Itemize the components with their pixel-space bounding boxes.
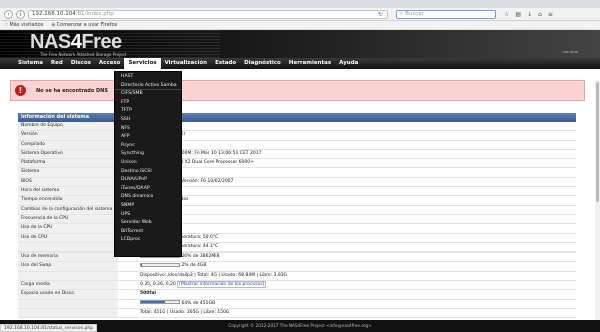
dropdown-item-tftp[interactable]: TFTP (115, 107, 181, 116)
scrollbar-thumb[interactable] (596, 82, 599, 202)
error-icon: ! (15, 85, 26, 96)
table-row: Total: 451G | Usado: 265G | Libre: 150G (18, 308, 576, 319)
table-row: BIOS International, Inc. Versión: F6 10/0… (18, 177, 576, 188)
menu-sistema[interactable]: Sistema (14, 58, 47, 69)
bookmarks-bar: ☆Más visitados ◉Comenzar a usar Firefox (0, 21, 600, 30)
menu-herramientas[interactable]: Herramientas (285, 58, 335, 69)
dropdown-item-unison[interactable]: Unison (115, 159, 181, 168)
bookmark-firefox-start[interactable]: ◉Comenzar a usar Firefox (51, 22, 117, 28)
table-row: Núcleo 1: 0% Temperatura: 44.1°C (18, 242, 576, 253)
dropdown-item-dlna[interactable]: DLNA/UPnP (115, 176, 181, 185)
dropdown-item-hast[interactable]: HAST (115, 73, 181, 82)
star-icon[interactable]: ☆ (504, 11, 509, 18)
search-placeholder: Buscar (405, 11, 424, 17)
dropdown-item-ssh[interactable]: SSH (115, 116, 181, 125)
disk-bar-fill (141, 301, 166, 304)
error-message: No se ha encontrado DNS (36, 87, 108, 94)
swap-bar-fill (141, 263, 142, 266)
header-tagline: The Free Network Attached Storage Projec… (40, 52, 127, 57)
menu-diagnostico[interactable]: Diagnóstico (240, 58, 285, 69)
table-row: Compilado1:29:21 UTC 2017 (18, 140, 576, 150)
dropdown-item-dyndns[interactable]: DNS dinamico (115, 193, 181, 202)
download-icon[interactable]: ↓ (527, 11, 532, 18)
library-icon[interactable]: ▤ (515, 11, 521, 18)
menu-red[interactable]: Red (47, 58, 67, 69)
dropdown-item-itunes[interactable]: iTunes/DAAP (115, 185, 181, 194)
bookmark-icon: ☆ (4, 22, 9, 28)
error-box: ! No se ha encontrado DNS (10, 80, 585, 101)
search-icon: ⌕ (400, 10, 404, 17)
host-label: nas.local (562, 50, 578, 54)
table-row: Uso de CPUNúcleo 0: 0% Temperatura: 50.0… (18, 233, 576, 243)
table-row: Plataforma AMD Athlon(tm) 64 X2 Dual Core… (18, 159, 576, 169)
table-row: Sistema Operativo EASE-p8 #0 r315000M: Fr… (18, 149, 576, 160)
table-row: Nombre de Equipo (18, 122, 576, 132)
page-content: ! No se ha encontrado DNS Información de… (0, 80, 600, 320)
tab-strip (0, 0, 600, 8)
search-input[interactable]: ⌕ Buscar (396, 9, 496, 19)
table-row: Hora del sistema03:17 UTC 2017 (18, 187, 576, 197)
swap-bar (140, 262, 180, 267)
dropdown-item-lcdproc[interactable]: LCDproc (115, 236, 181, 245)
url-bar: ‹ i 192.168.10.104:81/index.php ↻ ⌕ Busc… (0, 8, 600, 21)
menu-acceso[interactable]: Acceso (95, 58, 125, 69)
table-row: Uso del Swap 2% de 4GB (18, 262, 576, 272)
table-row: Tiempo encendidoMinutos 10 Segundos (18, 196, 576, 206)
reload-icon[interactable]: ↻ (378, 11, 383, 18)
info-icon[interactable]: i (16, 9, 25, 19)
menu-estado[interactable]: Estado (211, 58, 240, 69)
table-row: Espacio usado en Disco 500fal (18, 290, 576, 300)
main-menu: Sistema Red Discos Acceso Servicios Virt… (0, 58, 600, 69)
table-row: Carga media 0.35, 0.26, 0.20 [Mostrar inf… (18, 281, 576, 291)
dropdown-item-nfs[interactable]: NFS (115, 125, 181, 134)
firefox-icon: ◉ (51, 22, 56, 28)
table-row: Uso de memoria 26% de 3862MiB (18, 253, 576, 263)
address-field[interactable]: 192.168.10.104:81/index.php ↻ (28, 9, 388, 19)
dropdown-item-syncthing[interactable]: Syncthing (115, 150, 181, 159)
table-row: Uso de la CPU0% (18, 224, 576, 234)
table-row: 64% de 451GB (18, 299, 576, 309)
menu-ayuda[interactable]: Ayuda (335, 58, 362, 69)
nas4free-header: NAS4Free The Free Network Attached Stora… (0, 30, 600, 58)
nas4free-logo[interactable]: NAS4Free (30, 31, 122, 54)
home-icon[interactable]: ⌂ (538, 11, 542, 18)
url-host: 192.168.10.104 (32, 11, 76, 17)
url-path: :81/index.php (75, 11, 114, 17)
menu-virtualizacion[interactable]: Virtualización (161, 58, 212, 69)
status-url: 192.168.10.104:81/status_services.php (0, 324, 98, 332)
disk-bar (140, 300, 180, 305)
services-dropdown: HAST Directorio Activo Samba CIFS/SMB FT… (114, 71, 182, 257)
dropdown-item-rsync[interactable]: Rsync (115, 142, 181, 151)
table-row: SistemaCo., Ltd. M61P-S3 (18, 168, 576, 178)
table-row: Versióndina (revisión 4026) (18, 131, 576, 141)
table-row: Frecuencia de la CPU (18, 214, 576, 225)
dropdown-item-webserver[interactable]: Servidor Web (115, 219, 181, 228)
dropdown-item-bittorrent[interactable]: BitTorrent (115, 228, 181, 237)
menu-icon[interactable]: ≡ (548, 11, 553, 18)
dropdown-item-iscsi[interactable]: Destino iSCSI (115, 168, 181, 177)
dropdown-item-snmp[interactable]: SNMP (115, 202, 181, 211)
show-processes-link[interactable]: [Mostrar información de los procesos] (177, 281, 267, 289)
menu-discos[interactable]: Discos (67, 58, 95, 69)
dropdown-item-afp[interactable]: AFP (115, 133, 181, 142)
table-row: Dispositivo: /dev/dalip3 | Total: 4G | U… (18, 271, 576, 282)
back-icon[interactable]: ‹ (4, 9, 13, 19)
panel-title: Información del sistema (18, 113, 576, 122)
dropdown-item-cifs[interactable]: CIFS/SMB (115, 90, 181, 99)
bookmark-most-visited[interactable]: ☆Más visitados (4, 22, 43, 28)
table-row: Cambios de la configuración del sistema0… (18, 205, 576, 215)
dropdown-item-ftp[interactable]: FTP (115, 99, 181, 108)
dropdown-item-samba-ad[interactable]: Directorio Activo Samba (115, 82, 181, 91)
dropdown-item-ups[interactable]: UPS (115, 211, 181, 220)
system-info-panel: Información del sistema Nombre de Equipo… (18, 113, 576, 319)
menu-servicios[interactable]: Servicios (124, 58, 161, 69)
